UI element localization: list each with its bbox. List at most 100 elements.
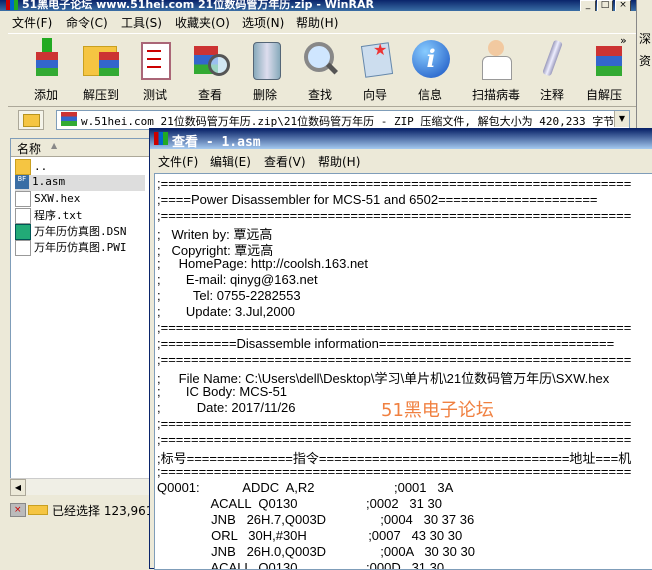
virus-scan-doctor-icon <box>476 38 516 82</box>
virus-scan-button[interactable]: 扫描病毒 <box>468 36 524 104</box>
view-magnifier-icon <box>190 38 230 82</box>
view-button[interactable]: 查看 <box>182 36 238 104</box>
viewer-window: 查看 - 1.asm 文件(F) 编辑(E) 查看(V) 帮助(H) ;====… <box>149 128 652 570</box>
text-line: ;=======================================… <box>157 352 632 367</box>
info-label: 信息 <box>417 88 442 102</box>
find-label: 查找 <box>307 88 332 102</box>
viewer-menu-bar: 文件(F) 编辑(E) 查看(V) 帮助(H) <box>150 149 652 169</box>
up-folder-button[interactable] <box>18 110 44 130</box>
find-magnifier-icon <box>300 38 340 82</box>
menu-file[interactable]: 文件(F) <box>12 14 52 31</box>
test-button[interactable]: 测试 <box>127 36 183 104</box>
text-line: ;=======================================… <box>157 464 632 479</box>
status-text: 已经选择 123,961 <box>52 504 154 518</box>
viewer-title: 查看 - 1.asm <box>172 135 261 150</box>
watermark: 51黑电子论坛 <box>381 400 494 421</box>
list-item[interactable]: 万年历仿真图.PWI <box>15 239 127 256</box>
list-item[interactable]: BF 1.asm <box>15 175 145 191</box>
extract-to-label: 解压到 <box>82 88 119 102</box>
asm-file-icon: BF <box>15 175 29 189</box>
text-line: ; Date: 2017/11/26 <box>157 400 296 415</box>
dsn-file-icon <box>15 224 31 240</box>
text-line: JNB 26H.0,Q003D ;000A 30 30 30 <box>157 544 475 559</box>
pwi-file-icon <box>15 240 31 256</box>
text-line: ; E-mail: qinyg@163.net <box>157 272 318 287</box>
delete-button[interactable]: 删除 <box>237 36 293 104</box>
scroll-left-icon[interactable]: ◀ <box>10 479 26 496</box>
up-folder-icon <box>23 114 40 127</box>
text-line: ; HomePage: http://coolsh.163.net <box>157 256 369 271</box>
test-clipboard-icon <box>135 38 175 82</box>
viewer-menu-view[interactable]: 查看(V) <box>264 153 306 170</box>
background-window-edge: 深 资 <box>637 0 652 130</box>
info-button[interactable]: i 信息 <box>402 36 458 104</box>
wizard-icon: ★ <box>355 38 395 82</box>
sfx-icon <box>584 38 624 82</box>
wizard-button[interactable]: ★ 向导 <box>347 36 403 104</box>
toolbar-overflow-chevron-icon[interactable]: » <box>620 34 627 47</box>
minimize-button[interactable]: _ <box>580 0 596 11</box>
close-button[interactable]: × <box>615 0 631 11</box>
viewer-app-icon <box>154 132 168 145</box>
add-label: 添加 <box>33 88 58 102</box>
sort-ascending-icon: ▲ <box>51 141 58 150</box>
comment-button[interactable]: 注释 <box>524 36 580 104</box>
text-line: ;=======================================… <box>157 320 632 335</box>
folder-icon <box>15 159 31 175</box>
maximize-button[interactable]: □ <box>597 0 613 11</box>
menu-command[interactable]: 命令(C) <box>66 14 108 31</box>
test-label: 测试 <box>142 88 167 102</box>
viewer-title-bar[interactable]: 查看 - 1.asm <box>150 129 652 150</box>
text-line: ;=======================================… <box>157 208 632 223</box>
horizontal-scrollbar[interactable]: ◀ <box>10 478 152 496</box>
column-header-name[interactable]: 名称 ▲ <box>11 139 153 157</box>
winrar-toolbar: 添加 解压到 测试 查看 删除 查找 ★ 向导 i 信息 扫描病毒 注释 自解压… <box>8 33 636 107</box>
text-line: ;==========Disassemble information======… <box>157 336 615 351</box>
viewer-menu-edit[interactable]: 编辑(E) <box>210 153 251 170</box>
menu-help[interactable]: 帮助(H) <box>296 14 338 31</box>
info-icon: i <box>410 38 450 82</box>
menu-options[interactable]: 选项(N) <box>242 14 284 31</box>
sfx-label: 自解压 <box>585 88 622 102</box>
address-field[interactable]: w.51hei.com 21位数码管万年历.zip\21位数码管万年历 - ZI… <box>56 110 630 130</box>
address-bar: w.51hei.com 21位数码管万年历.zip\21位数码管万年历 - ZI… <box>8 108 636 130</box>
viewer-menu-help[interactable]: 帮助(H) <box>318 153 360 170</box>
delete-label: 删除 <box>252 88 277 102</box>
menu-favorites[interactable]: 收藏夹(O) <box>175 14 230 31</box>
comment-pen-icon <box>532 38 572 82</box>
text-line: ACALL Q0130 ;0002 31 30 <box>157 496 442 511</box>
add-button[interactable]: 添加 <box>18 36 74 104</box>
extract-to-button[interactable]: 解压到 <box>73 36 129 104</box>
add-icon <box>26 38 66 82</box>
viewer-text-area[interactable]: ;=======================================… <box>154 173 652 570</box>
list-item[interactable]: 程序.txt <box>15 207 83 224</box>
key-lock-icon: × <box>10 503 26 517</box>
viewer-menu-file[interactable]: 文件(F) <box>158 153 198 170</box>
text-line: ;====Power Disassembler for MCS-51 and 6… <box>157 192 598 207</box>
virus-scan-label: 扫描病毒 <box>471 88 520 102</box>
column-name-label: 名称 <box>17 142 42 156</box>
view-label: 查看 <box>197 88 222 102</box>
edge-text-2: 资 <box>639 54 652 68</box>
text-line: ;=======================================… <box>157 176 632 191</box>
archive-icon <box>61 112 77 126</box>
extract-folder-icon <box>81 38 121 82</box>
find-button[interactable]: 查找 <box>292 36 348 104</box>
text-line: ; Tel: 0755-2282553 <box>157 288 301 303</box>
list-item[interactable]: SXW.hex <box>15 191 80 207</box>
archive-key-icon <box>28 505 48 515</box>
status-bar: × 已经选择 123,961 <box>8 500 153 520</box>
list-item[interactable]: .. <box>15 159 47 175</box>
winrar-menu-bar: 文件(F) 命令(C) 工具(S) 收藏夹(O) 选项(N) 帮助(H) <box>0 12 636 32</box>
address-dropdown-icon[interactable]: ▼ <box>614 111 629 127</box>
address-text: w.51hei.com 21位数码管万年历.zip\21位数码管万年历 - ZI… <box>81 115 615 128</box>
text-line: ; Update: 3.Jul,2000 <box>157 304 296 319</box>
text-file-icon <box>15 208 31 224</box>
edge-text-1: 深 <box>639 32 652 46</box>
list-item[interactable]: 万年历仿真图.DSN <box>15 223 127 240</box>
winrar-title-bar[interactable]: 51黑电子论坛 www.51hei.com 21位数码管万年历.zip - Wi… <box>0 0 636 11</box>
comment-label: 注释 <box>539 88 564 102</box>
text-line: ;=======================================… <box>157 432 632 447</box>
menu-tools[interactable]: 工具(S) <box>121 14 162 31</box>
winrar-app-icon <box>6 0 18 10</box>
